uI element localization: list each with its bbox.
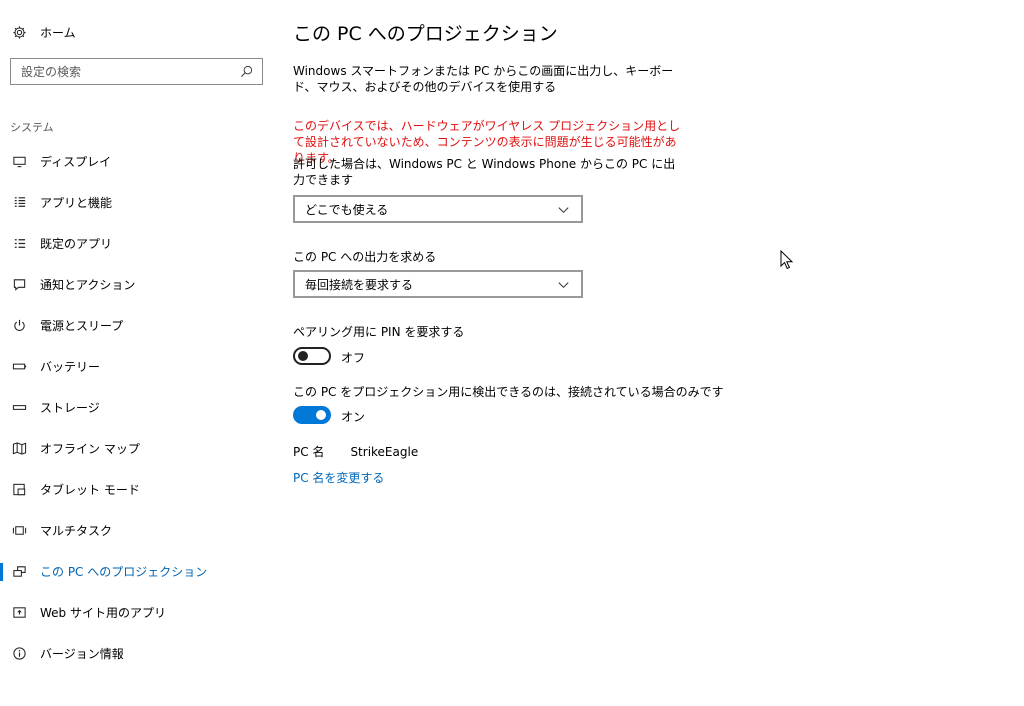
search-box[interactable]: 設定の検索 [10, 58, 263, 85]
section-label: システム [10, 121, 54, 134]
sidebar-item-label: バージョン情報 [40, 647, 124, 661]
sidebar-item-label: バッテリー [40, 360, 101, 374]
sidebar-item-label: ストレージ [40, 401, 100, 415]
sidebar-item-multitasking[interactable]: マルチタスク [0, 510, 276, 551]
sidebar-item-power[interactable]: 電源とスリープ [0, 305, 276, 346]
sidebar-item-label: Web サイト用のアプリ [40, 606, 166, 620]
ask-value: 毎回接続を要求する [305, 277, 414, 292]
sidebar-item-label: アプリと機能 [40, 196, 113, 210]
web-apps-icon [12, 605, 27, 620]
rename-pc-link[interactable]: PC 名を変更する [293, 469, 384, 486]
toggle-knob [316, 410, 326, 420]
projection-icon [12, 564, 27, 579]
sidebar-item-label: ディスプレイ [40, 155, 112, 169]
mouse-cursor-icon [780, 250, 794, 270]
sidebar-item-apps[interactable]: アプリと機能 [0, 182, 276, 223]
permission-dropdown[interactable]: どこでも使える [293, 195, 583, 223]
search-input[interactable]: 設定の検索 [21, 63, 239, 80]
tablet-icon [12, 482, 27, 497]
sidebar-item-display[interactable]: ディスプレイ [0, 141, 276, 182]
sidebar-item-label: 電源とスリープ [40, 319, 124, 333]
pc-name-value: StrikeEagle [350, 445, 419, 459]
pin-toggle[interactable] [293, 347, 331, 365]
gear-icon [12, 25, 27, 40]
page-title: この PC へのプロジェクション [293, 23, 558, 45]
ask-label: この PC への出力を求める [293, 250, 437, 264]
detect-toggle-state: オン [341, 410, 366, 424]
chevron-down-icon [556, 277, 571, 292]
sidebar-item-about[interactable]: バージョン情報 [0, 633, 276, 674]
search-icon[interactable] [239, 64, 254, 79]
sidebar-item-tablet-mode[interactable]: タブレット モード [0, 469, 276, 510]
map-icon [12, 441, 27, 456]
sidebar-item-label: 既定のアプリ [40, 237, 113, 251]
detect-toggle[interactable] [293, 406, 331, 424]
pc-name-row: PC 名 StrikeEagle [293, 443, 418, 460]
sidebar-item-battery[interactable]: バッテリー [0, 346, 276, 387]
sidebar-item-label: 通知とアクション [40, 278, 136, 292]
battery-icon [12, 359, 27, 374]
multitask-icon [12, 523, 27, 538]
notification-icon [12, 277, 27, 292]
sidebar-item-label: タブレット モード [40, 483, 140, 497]
apps-list-icon [12, 195, 27, 210]
default-apps-icon [12, 236, 27, 251]
sidebar-item-label: この PC へのプロジェクション [40, 565, 208, 579]
sidebar-item-label: オフライン マップ [40, 442, 140, 456]
toggle-knob [298, 351, 308, 361]
nav-list: ディスプレイ アプリと機能 既定のアプリ 通知とアクション 電源とスリープ バッ… [0, 141, 276, 674]
sidebar: ホーム 設定の検索 システム ディスプレイ アプリと機能 既定のアプリ 通知とア… [0, 0, 276, 706]
sidebar-item-storage[interactable]: ストレージ [0, 387, 276, 428]
display-icon [12, 154, 27, 169]
pin-toggle-state: オフ [341, 351, 366, 365]
sidebar-item-label: マルチタスク [40, 524, 113, 538]
detect-label: この PC をプロジェクション用に検出できるのは、接続されている場合のみです [293, 385, 724, 399]
storage-icon [12, 400, 27, 415]
sidebar-item-default-apps[interactable]: 既定のアプリ [0, 223, 276, 264]
home-item[interactable]: ホーム [12, 22, 76, 42]
ask-dropdown[interactable]: 毎回接続を要求する [293, 270, 583, 298]
permission-label: 許可した場合は、Windows PC と Windows Phone からこの … [293, 157, 676, 187]
sidebar-item-offline-maps[interactable]: オフライン マップ [0, 428, 276, 469]
pc-name-label: PC 名 [293, 445, 325, 459]
sidebar-item-projection[interactable]: この PC へのプロジェクション [0, 551, 276, 592]
info-icon [12, 646, 27, 661]
home-label: ホーム [40, 25, 76, 40]
permission-value: どこでも使える [305, 202, 389, 217]
page-description: Windows スマートフォンまたは PC からこの画面に出力し、キーボード、マ… [293, 64, 674, 94]
pin-label: ペアリング用に PIN を要求する [293, 325, 465, 339]
sidebar-item-notifications[interactable]: 通知とアクション [0, 264, 276, 305]
chevron-down-icon [556, 202, 571, 217]
sidebar-item-web-apps[interactable]: Web サイト用のアプリ [0, 592, 276, 633]
power-icon [12, 318, 27, 333]
